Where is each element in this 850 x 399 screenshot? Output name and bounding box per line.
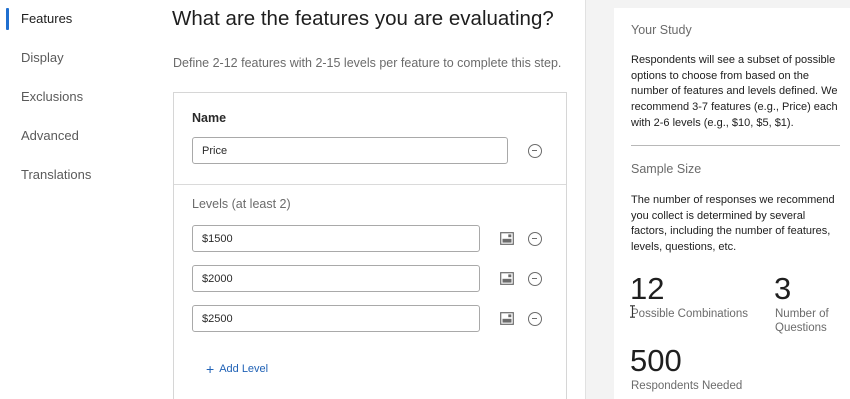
feature-card: Name Levels (at least 2) + Add Level [173,92,567,399]
combinations-label: Possible Combinations [631,308,748,320]
remove-level-icon-2[interactable] [528,272,542,286]
questions-value: 3 [774,271,792,306]
your-study-title: Your Study [631,23,692,37]
remove-feature-icon[interactable] [528,144,542,158]
image-icon[interactable] [500,232,514,245]
left-nav: Features Display Exclusions Advanced Tra… [0,0,150,399]
name-label: Name [192,111,227,125]
add-level-button[interactable]: + Add Level [206,360,269,377]
study-summary-card: Your Study Respondents will see a subset… [614,8,850,399]
card-divider [174,184,566,185]
plus-icon: + [206,360,215,377]
text-cursor-icon [630,305,635,318]
respondents-label: Respondents Needed [631,380,743,392]
level-input-1[interactable] [192,225,480,252]
your-study-text: Respondents will see a subset of possibl… [631,54,838,129]
nav-item-display[interactable]: Display [21,50,64,65]
level-input-2[interactable] [192,265,480,292]
levels-label: Levels (at least 2) [192,197,291,211]
remove-level-icon-1[interactable] [528,232,542,246]
nav-item-translations[interactable]: Translations [21,167,91,182]
nav-item-features[interactable]: Features [21,11,72,26]
image-icon[interactable] [500,272,514,285]
questions-label: Number of Questions [775,308,829,334]
feature-name-input[interactable] [192,137,508,164]
respondents-value: 500 [630,343,682,378]
active-indicator [6,8,9,30]
level-input-3[interactable] [192,305,480,332]
sample-size-text: The number of responses we recommend you… [631,194,835,254]
nav-item-advanced[interactable]: Advanced [21,128,79,143]
page-subtitle: Define 2-12 features with 2-15 levels pe… [173,56,562,70]
remove-level-icon-3[interactable] [528,312,542,326]
combinations-value: 12 [630,271,665,306]
section-divider [631,145,840,146]
image-icon[interactable] [500,312,514,325]
page-title: What are the features you are evaluating… [172,7,554,30]
sample-size-title: Sample Size [631,162,702,176]
nav-item-exclusions[interactable]: Exclusions [21,89,83,104]
add-level-label: Add Level [219,363,269,375]
